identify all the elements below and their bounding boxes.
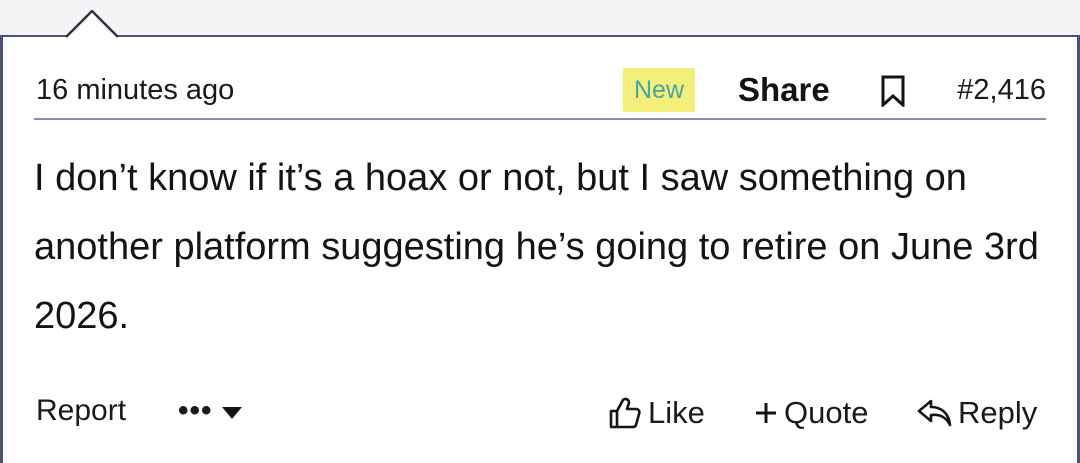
reply-label: Reply [958,395,1038,430]
reply-button[interactable]: Reply [916,392,1037,434]
plus-icon [756,403,776,423]
post-header: 16 minutes ago New Share #2,416 [34,62,1046,120]
previous-post-strip [0,0,1080,36]
report-button[interactable]: Report [36,394,126,428]
more-dots-icon: ••• [178,394,213,427]
reply-arrow-icon [917,399,952,427]
caret-down-icon [221,407,242,419]
share-button[interactable]: Share [738,68,830,112]
more-options-button[interactable]: ••• [178,396,243,430]
new-badge: New [623,68,696,112]
post-card: 16 minutes ago New Share #2,416 I don’t … [0,0,1080,463]
post-number-link[interactable]: #2,416 [957,68,1046,112]
post-footer: Report ••• Like Quote Reply [34,388,1046,438]
post-body: I don’t know if it’s a hoax or not, but … [34,157,1039,337]
like-button[interactable]: Like [608,392,705,434]
quote-label: Quote [784,395,869,430]
like-label: Like [648,395,705,430]
speech-pointer [66,10,118,38]
card-left-border [0,36,3,463]
quote-button[interactable]: Quote [754,392,868,434]
bookmark-icon[interactable] [880,75,906,107]
post-timestamp[interactable]: 16 minutes ago [36,74,234,107]
thumbs-up-icon [609,397,641,429]
card-top-border [0,35,1080,37]
